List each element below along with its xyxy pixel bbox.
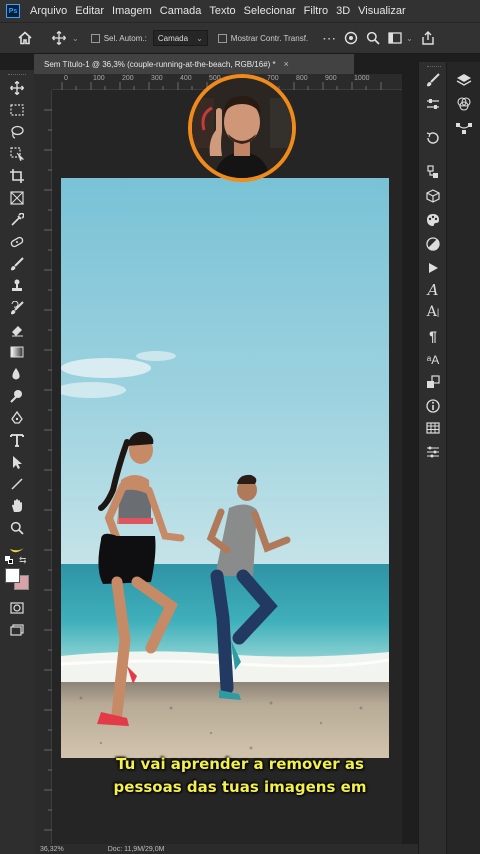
- show-transform-label: Mostrar Contr. Transf.: [230, 33, 309, 43]
- history-brush-tool-icon[interactable]: [6, 298, 28, 318]
- ruler-tick-label: 100: [93, 75, 105, 82]
- document-tab[interactable]: Sem Título-1 @ 36,3% (couple-running-at-…: [34, 54, 354, 74]
- brush-tool-icon[interactable]: [6, 254, 28, 274]
- play-timeline-icon[interactable]: [423, 258, 443, 278]
- document-tab-title: Sem Título-1 @ 36,3% (couple-running-at-…: [44, 59, 276, 69]
- move-tool-preset-icon[interactable]: [48, 27, 70, 49]
- 3d-cube-icon[interactable]: [423, 186, 443, 206]
- actions-icon[interactable]: [423, 162, 443, 182]
- layers-icon[interactable]: [454, 70, 474, 90]
- subtitle-line-1: Tu vai aprender a remover as: [116, 755, 364, 773]
- auto-select-checkbox[interactable]: [90, 33, 100, 43]
- auto-select-label: Sel. Autom.:: [103, 33, 147, 43]
- panel-grip: [8, 74, 26, 76]
- presenter-webcam-avatar: [188, 74, 296, 182]
- frame-tool-icon[interactable]: [6, 188, 28, 208]
- default-colors-icon[interactable]: [5, 556, 13, 564]
- eraser-tool-icon[interactable]: [6, 320, 28, 340]
- ruler-tick-label: 1000: [354, 75, 370, 82]
- zoom-tool-icon[interactable]: [6, 518, 28, 538]
- color-palette-icon[interactable]: [423, 210, 443, 230]
- menu-texto[interactable]: Texto: [209, 5, 235, 17]
- 3d-orbit-icon[interactable]: [340, 27, 362, 49]
- glyphs-icon[interactable]: A: [423, 280, 443, 300]
- vertical-ruler[interactable]: [34, 90, 52, 844]
- paragraph-styles-icon[interactable]: [423, 372, 443, 392]
- foreground-color-swatch[interactable]: [5, 568, 20, 583]
- dodge-tool-icon[interactable]: [6, 386, 28, 406]
- status-bar: 36,32% Doc: 11,9M/29,0M: [34, 844, 418, 854]
- clone-stamp-tool-icon[interactable]: [6, 276, 28, 296]
- close-icon[interactable]: ×: [284, 59, 289, 69]
- layer-select-value: Camada: [157, 33, 189, 43]
- share-icon[interactable]: [417, 27, 439, 49]
- home-icon[interactable]: [14, 27, 36, 49]
- document-size-info[interactable]: Doc: 11,9M/29,0M: [108, 846, 165, 853]
- chevron-down-icon[interactable]: ⌄: [406, 34, 413, 43]
- chevron-down-icon: ⌄: [196, 33, 203, 43]
- menu-arquivo[interactable]: Arquivo: [30, 5, 67, 17]
- ruler-tick-label: 900: [325, 75, 337, 82]
- search-icon[interactable]: [362, 27, 384, 49]
- ruler-tick-label: 800: [296, 75, 308, 82]
- screen-mode-icon[interactable]: [6, 620, 28, 640]
- eyedropper-tool-icon[interactable]: [6, 210, 28, 230]
- gradient-tool-icon[interactable]: [6, 342, 28, 362]
- healing-brush-tool-icon[interactable]: [6, 232, 28, 252]
- quick-mask-icon[interactable]: [6, 598, 28, 618]
- ruler-corner[interactable]: [34, 74, 52, 90]
- right-panel-strip-secondary: [446, 62, 480, 854]
- properties-sliders-icon[interactable]: [423, 442, 443, 462]
- show-transform-checkbox[interactable]: [217, 33, 227, 43]
- photoshop-logo[interactable]: Ps: [6, 4, 20, 18]
- panel-grip: [427, 66, 441, 67]
- ruler-tick-label: 300: [151, 75, 163, 82]
- lasso-tool-icon[interactable]: [6, 122, 28, 142]
- object-selection-tool-icon[interactable]: [6, 144, 28, 164]
- layer-select-dropdown[interactable]: Camada ⌄: [152, 30, 208, 46]
- adjustments-icon[interactable]: [423, 234, 443, 254]
- brush-settings-icon[interactable]: [423, 70, 443, 90]
- crop-tool-icon[interactable]: [6, 166, 28, 186]
- ruler-tick-label: 400: [180, 75, 192, 82]
- right-panel-strip: A A | ¶ ᵃA: [418, 62, 446, 854]
- chevron-down-icon[interactable]: ⌄: [72, 34, 79, 43]
- menu-visualizar[interactable]: Visualizar: [358, 5, 406, 17]
- marquee-tool-icon[interactable]: [6, 100, 28, 120]
- document-canvas-image[interactable]: [61, 178, 389, 758]
- tools-panel: ⇆: [0, 70, 34, 854]
- hand-tool-icon[interactable]: [6, 496, 28, 516]
- workspace-icon[interactable]: [384, 27, 406, 49]
- pen-tool-icon[interactable]: [6, 408, 28, 428]
- channels-icon[interactable]: [454, 94, 474, 114]
- options-bar: ⌄ Sel. Autom.: Camada ⌄ Mostrar Contr. T…: [0, 22, 480, 54]
- ruler-tick-label: 0: [64, 75, 68, 82]
- info-icon[interactable]: [423, 396, 443, 416]
- more-options-icon[interactable]: ⋯: [318, 27, 340, 49]
- menu-3d[interactable]: 3D: [336, 5, 350, 17]
- adjustments-sliders-icon[interactable]: [423, 94, 443, 114]
- character-styles-icon[interactable]: ᵃA: [423, 350, 443, 370]
- move-tool-icon[interactable]: [6, 78, 28, 98]
- character-icon[interactable]: A |: [423, 302, 443, 322]
- type-tool-icon[interactable]: [6, 430, 28, 450]
- menu-camada[interactable]: Camada: [160, 5, 202, 17]
- zoom-level[interactable]: 36,32%: [40, 846, 64, 853]
- path-selection-tool-icon[interactable]: [6, 452, 28, 472]
- history-icon[interactable]: [423, 128, 443, 148]
- ruler-tick-label: 200: [122, 75, 134, 82]
- swap-colors-icon[interactable]: ⇆: [19, 555, 29, 565]
- menu-editar[interactable]: Editar: [75, 5, 104, 17]
- table-grid-icon[interactable]: [423, 418, 443, 438]
- subtitle-line-2: pessoas das tuas imagens em: [113, 778, 367, 796]
- blur-tool-icon[interactable]: [6, 364, 28, 384]
- paths-icon[interactable]: [454, 118, 474, 138]
- menu-bar: Ps Arquivo Editar Imagem Camada Texto Se…: [0, 0, 480, 22]
- menu-filtro[interactable]: Filtro: [304, 5, 328, 17]
- line-tool-icon[interactable]: [6, 474, 28, 494]
- menu-selecionar[interactable]: Selecionar: [244, 5, 296, 17]
- paragraph-icon[interactable]: ¶: [423, 326, 443, 346]
- menu-imagem[interactable]: Imagem: [112, 5, 152, 17]
